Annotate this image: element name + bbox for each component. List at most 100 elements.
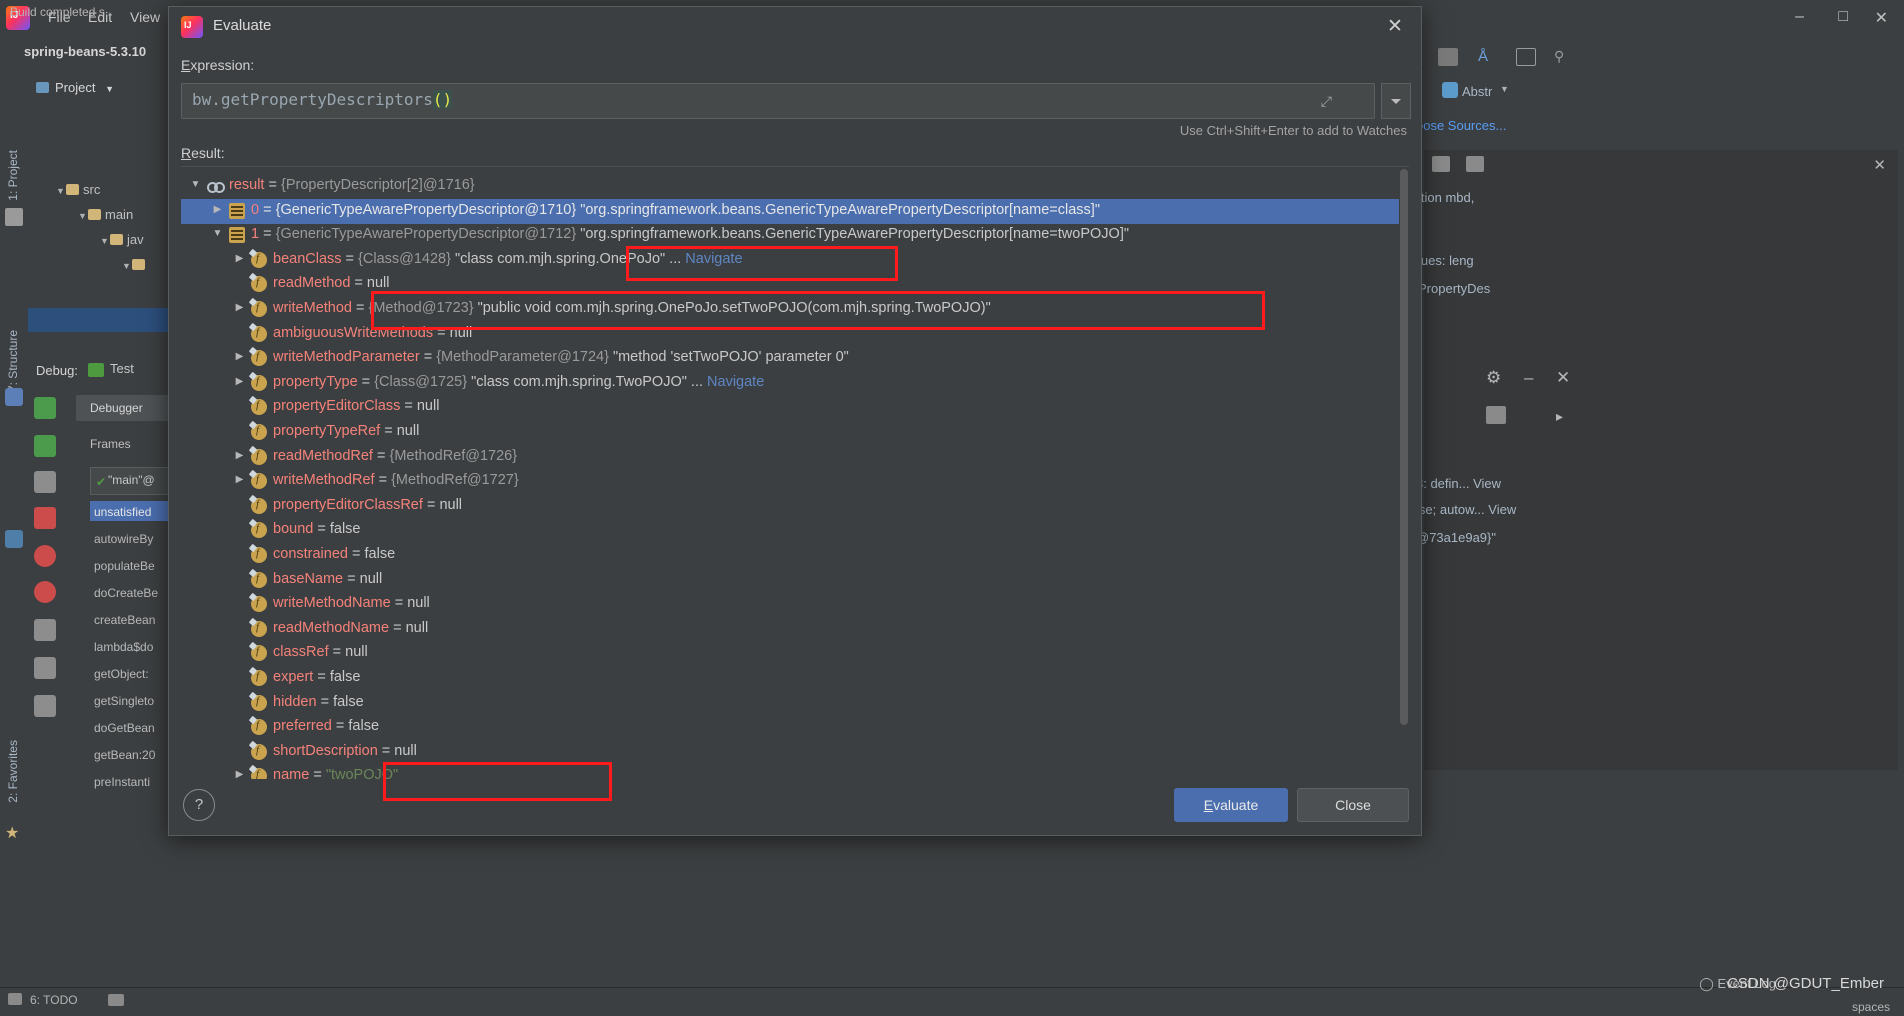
tree-row[interactable]: ▶ writeMethod = {Method@1723} "public voi… <box>181 297 1399 322</box>
tree-row-text: readMethodRef = {MethodRef@1726} <box>273 447 518 464</box>
search-icon[interactable]: ⚲ <box>1554 48 1564 65</box>
chevron-down-icon[interactable]: ▼ <box>1500 84 1509 94</box>
expand-arrow-closed-icon[interactable]: ▶ <box>233 450 246 463</box>
class-icon <box>1442 82 1458 98</box>
tree-row[interactable]: ambiguousWriteMethods = null <box>181 322 1399 347</box>
code-line: lues: leng <box>1418 253 1474 268</box>
tree-row[interactable]: preferred = false <box>181 715 1399 740</box>
evaluate-button[interactable]: Evaluate <box>1174 788 1288 822</box>
watches-hint: Use Ctrl+Shift+Enter to add to Watches <box>1179 123 1407 138</box>
tree-row-text: constrained = false <box>273 546 396 562</box>
tree-row[interactable]: ▼ result = {PropertyDescriptor[2]@1716} <box>181 174 1399 199</box>
list-icon[interactable] <box>1432 156 1450 172</box>
help-button[interactable]: ? <box>183 789 215 821</box>
expression-input[interactable]: bw.getPropertyDescriptors() ⤢ <box>181 83 1375 119</box>
tree-row[interactable]: hidden = false <box>181 691 1399 716</box>
result-scrollbar[interactable] <box>1399 167 1409 779</box>
tree-row[interactable]: ▶ propertyType = {Class@1725} "class com.… <box>181 371 1399 396</box>
tree-row[interactable]: propertyEditorClassRef = null <box>181 494 1399 519</box>
expand-arrow-open-icon[interactable]: ▼ <box>189 179 202 192</box>
tree-row[interactable]: ▶ writeMethodParameter = {MethodParameter… <box>181 346 1399 371</box>
field-icon <box>248 642 267 662</box>
terminal-icon[interactable] <box>108 994 124 1006</box>
status-spaces: spaces <box>1851 1000 1890 1014</box>
tree-row[interactable]: propertyEditorClass = null <box>181 395 1399 420</box>
tree-row[interactable]: readMethodName = null <box>181 617 1399 642</box>
scrollbar-thumb[interactable] <box>1400 169 1408 725</box>
tree-row[interactable]: bound = false <box>181 518 1399 543</box>
minimize-icon[interactable]: – <box>1524 368 1533 388</box>
expand-arrow-closed-icon[interactable]: ▶ <box>233 351 246 364</box>
dialog-close-button[interactable]: Close <box>1297 788 1409 822</box>
choose-sources-link[interactable]: oose Sources... <box>1416 118 1506 133</box>
field-icon <box>248 494 267 514</box>
expand-arrow-closed-icon[interactable]: ▶ <box>233 474 246 487</box>
expand-arrow-closed-icon[interactable]: ▶ <box>211 204 224 217</box>
tree-row[interactable]: propertyTypeRef = null <box>181 420 1399 445</box>
close-icon[interactable]: ✕ <box>1556 368 1570 388</box>
tree-row-text: writeMethodRef = {MethodRef@1727} <box>273 472 519 489</box>
tree-row[interactable]: writeMethodName = null <box>181 592 1399 617</box>
tree-row[interactable]: constrained = false <box>181 543 1399 568</box>
diff-icon[interactable] <box>1438 48 1458 66</box>
settings-gear-icon[interactable]: ⚙ <box>1486 368 1501 388</box>
tree-row[interactable]: ▼ 1 = {GenericTypeAwarePropertyDescriptor… <box>181 223 1399 248</box>
tree-row[interactable]: baseName = null <box>181 568 1399 593</box>
tree-row[interactable]: classRef = null <box>181 641 1399 666</box>
tree-row-text: classRef = null <box>273 644 368 661</box>
code-line: ition mbd, <box>1418 190 1475 205</box>
layout-icon[interactable] <box>1486 406 1506 424</box>
expression-history-dropdown[interactable] <box>1381 83 1411 119</box>
array-element-icon <box>229 202 245 219</box>
chevron-down-icon[interactable]: ▼ <box>105 84 114 94</box>
filter-icon[interactable] <box>1466 156 1484 172</box>
tree-row[interactable]: ▶ writeMethodRef = {MethodRef@1727} <box>181 469 1399 494</box>
tree-node-java[interactable]: ▼ jav <box>100 232 144 247</box>
run-icon[interactable] <box>1516 48 1536 66</box>
tree-node-package[interactable]: ▼ <box>122 257 149 272</box>
minimize-button[interactable]: – <box>1795 8 1804 26</box>
dialog-title: Evaluate <box>213 17 272 34</box>
field-icon <box>248 297 267 317</box>
menu-view[interactable]: View <box>130 9 160 25</box>
maximize-button[interactable]: □ <box>1838 8 1848 26</box>
tree-row-text: propertyEditorClassRef = null <box>273 496 463 513</box>
tree-row[interactable]: ▶ beanClass = {Class@1428} "class com.mjh… <box>181 248 1399 273</box>
tree-row[interactable]: readMethod = null <box>181 272 1399 297</box>
expand-editor-icon[interactable]: ⤢ <box>1321 93 1332 110</box>
field-icon <box>248 248 267 268</box>
bell-icon: ◯ <box>1699 976 1714 991</box>
expand-arrow-closed-icon[interactable]: ▶ <box>233 376 246 389</box>
expand-arrow-closed-icon[interactable]: ▶ <box>233 253 246 266</box>
expression-parens: () <box>432 90 453 109</box>
tree-row[interactable]: ▶ 0 = {GenericTypeAwarePropertyDescriptor… <box>181 198 1399 224</box>
field-icon <box>248 543 267 563</box>
tree-row-text: hidden = false <box>273 693 364 710</box>
tree-row-text: beanClass = {Class@1428} "class com.mjh.… <box>273 250 743 267</box>
tree-row-text: 1 = {GenericTypeAwarePropertyDescriptor@… <box>251 226 1129 243</box>
field-icon <box>248 691 267 711</box>
tree-row-text: writeMethod = {Method@1723} "public void… <box>273 300 991 316</box>
tree-row[interactable]: shortDescription = null <box>181 740 1399 765</box>
debug-config-name[interactable]: Test <box>110 361 134 376</box>
tree-row-text: expert = false <box>273 669 361 685</box>
field-icon <box>248 322 267 342</box>
window-close-button[interactable]: ✕ <box>1875 8 1888 28</box>
evaluate-dialog: Evaluate ✕ Expression: bw.getPropertyDes… <box>168 6 1422 836</box>
tree-row[interactable]: expert = false <box>181 666 1399 691</box>
thread-selector[interactable]: "main"@ <box>108 473 155 487</box>
close-icon[interactable]: ✕ <box>1383 15 1407 39</box>
chevron-right-icon[interactable]: ▸ <box>1556 408 1563 425</box>
tree-row[interactable]: ▶ readMethodRef = {MethodRef@1726} <box>181 445 1399 470</box>
translate-icon[interactable]: Å <box>1478 48 1488 65</box>
close-icon[interactable]: ✕ <box>1873 156 1886 174</box>
expand-arrow-open-icon[interactable]: ▼ <box>211 228 224 241</box>
expand-arrow-closed-icon[interactable]: ▶ <box>233 302 246 315</box>
build-status: Build completed s <box>10 5 105 19</box>
result-tree[interactable]: ▼ result = {PropertyDescriptor[2]@1716} ▶ 0… <box>181 166 1409 779</box>
right-panel-structure-label: Abstr <box>1462 84 1493 99</box>
field-icon <box>248 371 267 391</box>
tree-row-text: baseName = null <box>273 570 383 587</box>
status-bar: 6: TODO <box>0 987 1904 1014</box>
tree-row-text: propertyEditorClass = null <box>273 398 440 415</box>
